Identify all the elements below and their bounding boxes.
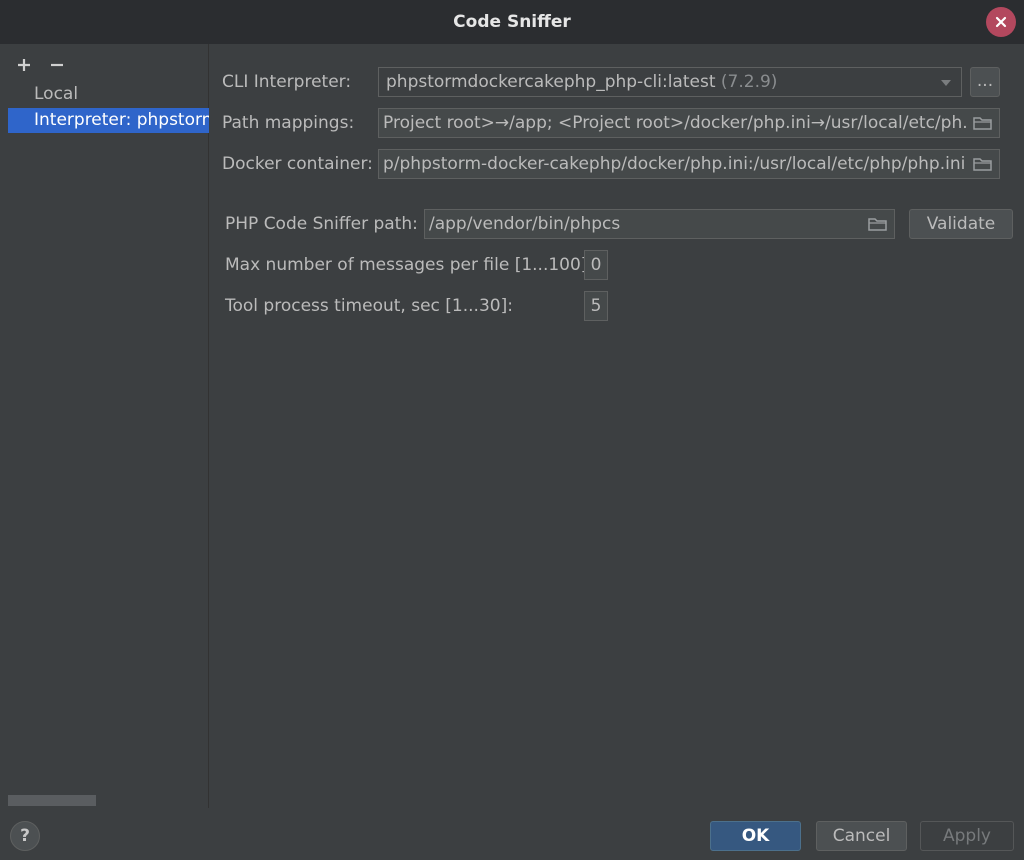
remove-interpreter-button[interactable] [48,56,66,74]
folder-icon[interactable] [973,156,993,172]
close-icon [995,16,1007,28]
cli-interpreter-select[interactable]: phpstormdockercakephp_php-cli:latest (7.… [378,67,962,97]
cli-interpreter-value: phpstormdockercakephp_php-cli:latest [386,72,716,92]
plus-icon [18,59,30,71]
list-item-local[interactable]: Local [8,82,209,107]
folder-icon[interactable] [868,216,888,232]
chevron-down-icon [941,80,951,86]
phpcs-path-value: /app/vendor/bin/phpcs [429,214,621,234]
docker-container-value: p/phpstorm-docker-cakephp/docker/php.ini… [383,154,966,174]
apply-button[interactable]: Apply [920,821,1014,851]
docker-container-label: Docker container: [222,154,373,174]
timeout-label: Tool process timeout, sec [1...30]: [225,296,513,316]
title-bar: Code Sniffer [0,0,1024,44]
docker-container-field[interactable]: p/phpstorm-docker-cakephp/docker/php.ini… [378,149,1000,179]
list-item-interpreter[interactable]: Interpreter: phpstorm [8,108,209,133]
path-mappings-value: Project root>→/app; <Project root>/docke… [383,113,967,133]
interpreter-more-button[interactable]: ... [970,67,1000,97]
phpcs-path-field[interactable]: /app/vendor/bin/phpcs [424,209,895,239]
max-messages-label: Max number of messages per file [1...100… [225,255,594,275]
phpcs-path-label: PHP Code Sniffer path: [225,214,418,234]
help-button[interactable]: ? [10,821,40,851]
add-interpreter-button[interactable] [15,56,33,74]
folder-icon[interactable] [973,115,993,131]
cancel-button[interactable]: Cancel [816,821,907,851]
timeout-input[interactable]: 5 [584,291,608,321]
max-messages-input[interactable]: 0 [584,250,608,280]
horizontal-scrollbar[interactable] [8,795,96,806]
path-mappings-label: Path mappings: [222,113,355,133]
path-mappings-field[interactable]: Project root>→/app; <Project root>/docke… [378,108,1000,138]
minus-icon [51,63,63,67]
question-icon: ? [20,826,30,846]
cli-interpreter-version: (7.2.9) [720,72,778,92]
ok-button[interactable]: OK [710,821,801,851]
window-title: Code Sniffer [453,12,571,32]
interpreter-list-panel: Local Interpreter: phpstorm [0,44,209,808]
validate-button[interactable]: Validate [909,209,1013,239]
cli-interpreter-label: CLI Interpreter: [222,72,352,92]
close-button[interactable] [986,7,1016,37]
